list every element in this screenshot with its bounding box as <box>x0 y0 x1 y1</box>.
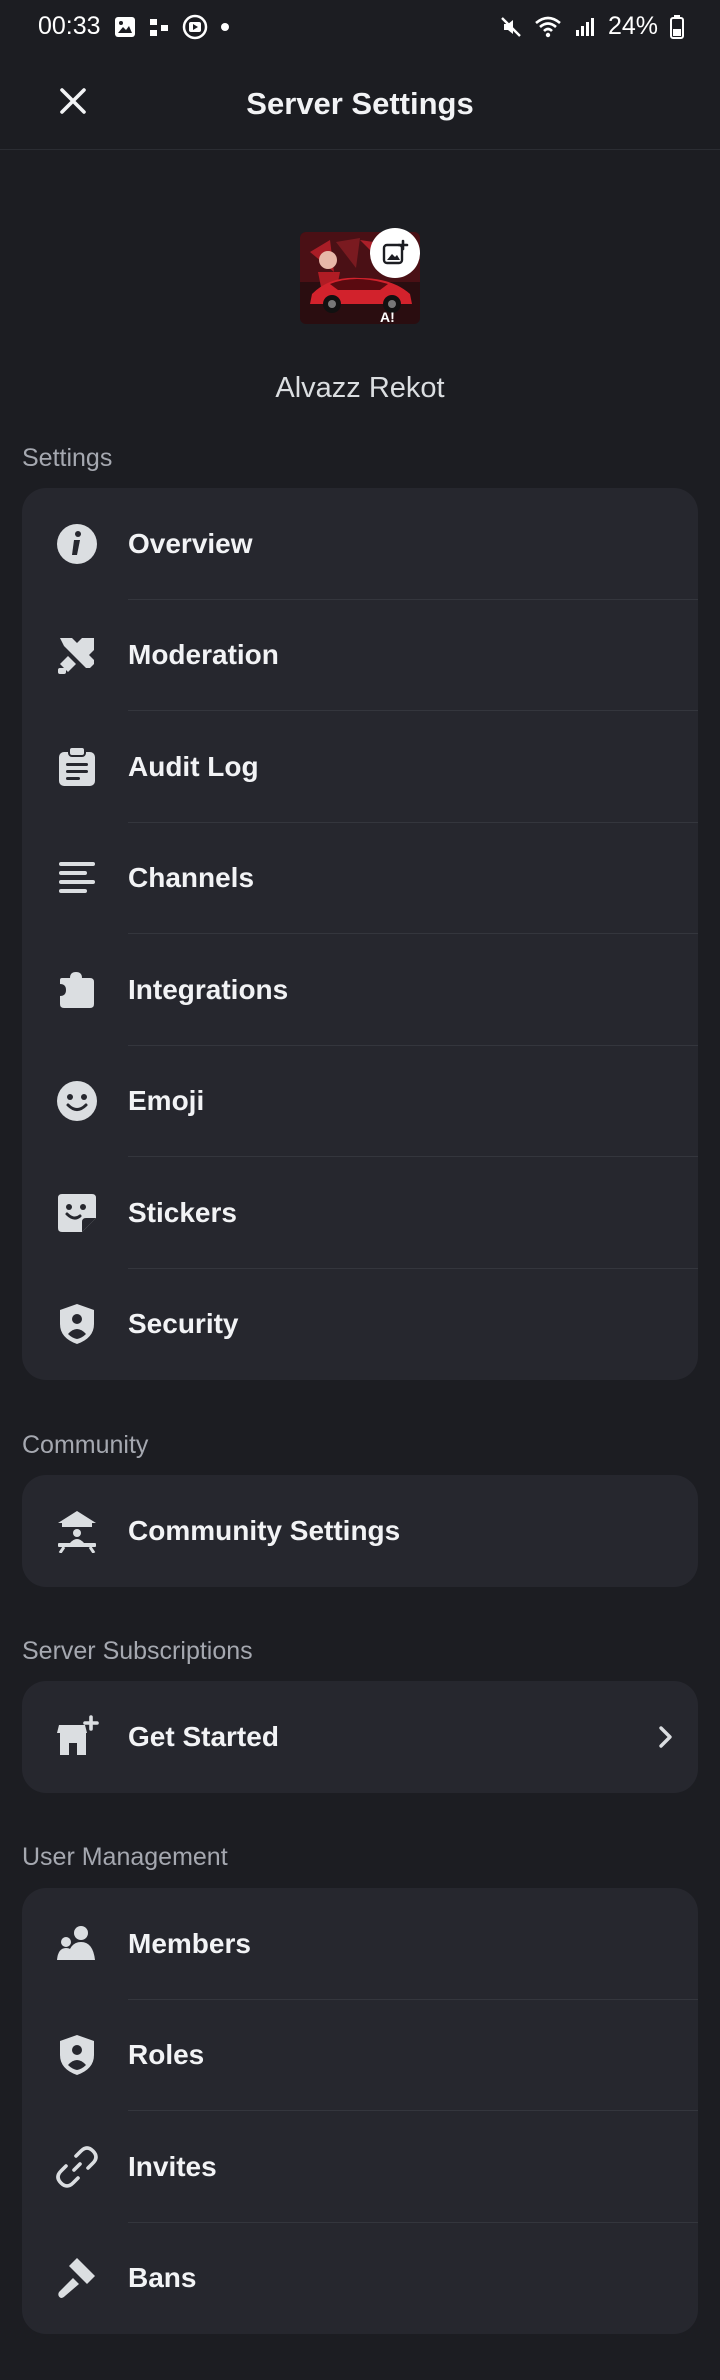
dot-icon <box>220 22 230 32</box>
link-icon <box>54 2144 100 2190</box>
user-item-invites[interactable]: Invites <box>22 2111 698 2223</box>
shield-user-icon <box>54 1301 100 1347</box>
community-card: Community Settings <box>22 1475 698 1587</box>
community-settings-label: Community Settings <box>128 1514 401 1546</box>
section-label-subscriptions: Server Subscriptions <box>22 1637 253 1665</box>
settings-item-overview[interactable]: Overview <box>22 488 698 600</box>
youtube-notification-icon <box>182 14 208 40</box>
mute-icon <box>500 16 522 38</box>
settings-item-stickers[interactable]: Stickers <box>22 1157 698 1269</box>
status-time: 00:33 <box>38 12 101 40</box>
gallery-notification-icon <box>114 16 136 38</box>
settings-item-moderation[interactable]: Moderation <box>22 600 698 711</box>
settings-item-channels[interactable]: Channels <box>22 823 698 934</box>
battery-icon <box>670 14 684 39</box>
settings-item-label: Channels <box>128 862 255 894</box>
user-item-label: Bans <box>128 2262 197 2294</box>
add-image-icon <box>381 239 409 267</box>
get-started-label: Get Started <box>128 1720 279 1752</box>
battery-percent: 24% <box>607 12 658 40</box>
section-label-user-management: User Management <box>22 1843 228 1871</box>
chevron-right-icon <box>650 1722 680 1752</box>
swords-icon <box>54 632 100 678</box>
settings-item-label: Emoji <box>128 1085 205 1117</box>
settings-item-label: Moderation <box>128 639 279 671</box>
user-item-label: Invites <box>128 2150 217 2182</box>
settings-item-label: Integrations <box>128 973 289 1005</box>
settings-item-label: Audit Log <box>128 750 259 782</box>
user-item-roles[interactable]: Roles <box>22 2000 698 2111</box>
info-icon <box>54 521 100 567</box>
settings-item-audit-log[interactable]: Audit Log <box>22 711 698 823</box>
user-item-label: Roles <box>128 2039 205 2071</box>
svg-text:A!: A! <box>380 309 395 324</box>
community-settings-item[interactable]: Community Settings <box>22 1475 698 1587</box>
smile-icon <box>54 1078 100 1124</box>
settings-item-label: Stickers <box>128 1196 237 1228</box>
user-management-card: Members Roles Invites Bans <box>22 1888 698 2334</box>
sticker-icon <box>54 1190 100 1236</box>
hammer-icon <box>54 2255 100 2301</box>
section-label-settings: Settings <box>22 444 113 472</box>
server-name: Alvazz Rekot <box>275 372 445 404</box>
puzzle-icon <box>54 967 100 1013</box>
notification-icons <box>114 14 230 40</box>
section-label-community: Community <box>22 1431 149 1459</box>
shop-icon <box>54 1714 100 1760</box>
clipboard-icon <box>54 744 100 790</box>
settings-item-label: Overview <box>128 527 253 559</box>
wifi-icon <box>534 16 562 38</box>
settings-item-emoji[interactable]: Emoji <box>22 1046 698 1157</box>
settings-item-integrations[interactable]: Integrations <box>22 934 698 1046</box>
user-item-label: Members <box>128 1927 251 1959</box>
signal-icon <box>574 16 596 38</box>
list-icon <box>54 855 100 901</box>
shield-user-icon <box>54 2032 100 2078</box>
settings-card: Overview Moderation Audit Log Channels I… <box>22 488 698 1380</box>
user-item-bans[interactable]: Bans <box>22 2223 698 2335</box>
subscriptions-card: Get Started <box>22 1681 698 1793</box>
system-icons: 24% <box>500 12 684 41</box>
status-bar: 00:33 24% <box>0 0 720 54</box>
community-icon <box>54 1508 100 1554</box>
user-item-members[interactable]: Members <box>22 1888 698 2000</box>
change-icon-button[interactable] <box>370 228 420 278</box>
settings-item-label: Security <box>128 1308 239 1340</box>
members-icon <box>54 1921 100 1967</box>
get-started-item[interactable]: Get Started <box>22 1681 698 1793</box>
page-title: Server Settings <box>246 86 474 121</box>
app-bar: Server Settings <box>0 54 720 150</box>
network-notification-icon <box>148 16 170 38</box>
settings-item-security[interactable]: Security <box>22 1269 698 1381</box>
